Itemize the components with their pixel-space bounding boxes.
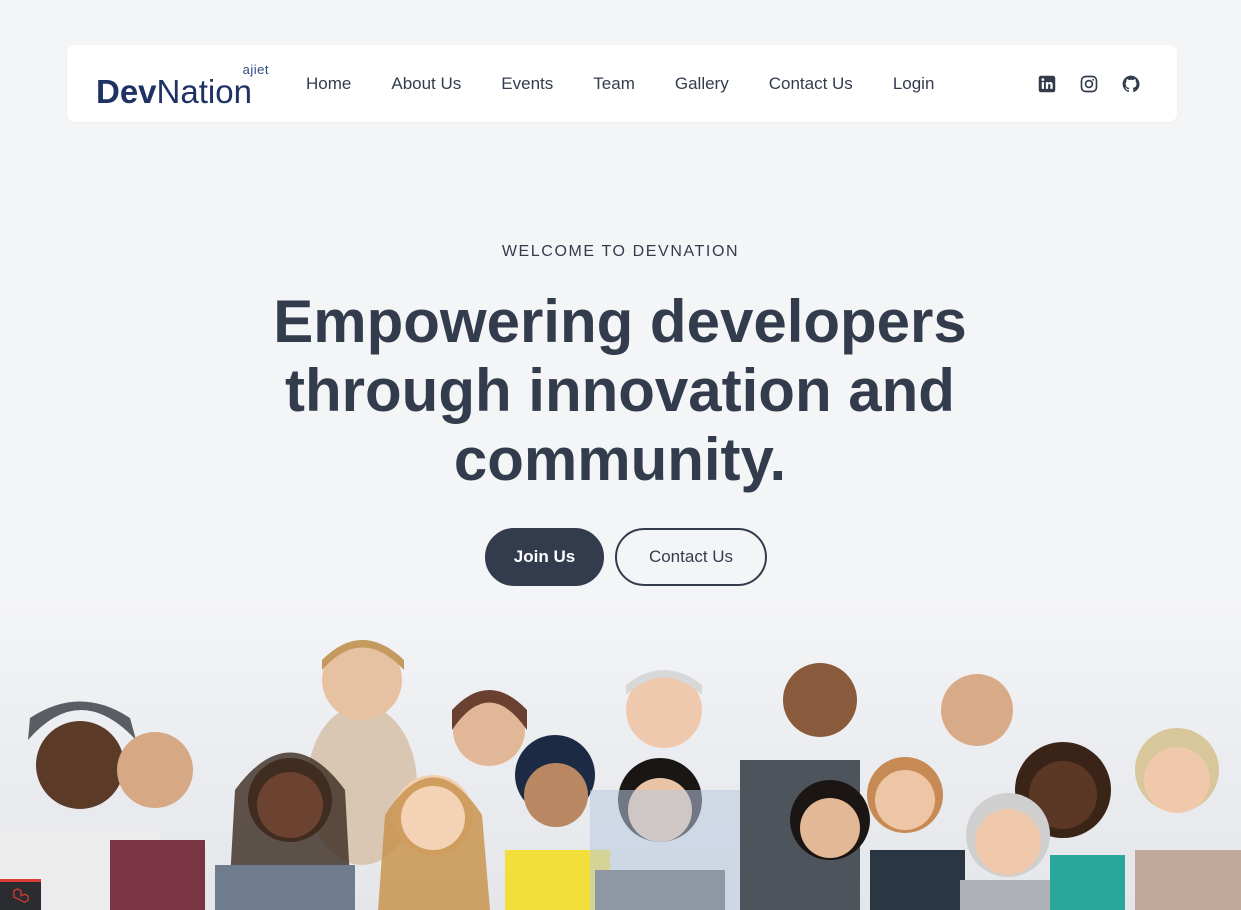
hero-eyebrow: WELCOME TO DEVNATION xyxy=(501,243,740,260)
join-us-button[interactable]: Join Us xyxy=(485,528,604,586)
hero-group-photo xyxy=(0,600,1241,910)
nav-contact-us[interactable]: Contact Us xyxy=(769,74,853,94)
brand-name: DevNation xyxy=(96,75,252,108)
page: ajiet DevNation Home About Us Events Tea… xyxy=(0,0,1241,910)
nav-gallery[interactable]: Gallery xyxy=(675,74,729,94)
nav-login[interactable]: Login xyxy=(893,74,935,94)
laravel-debugbar-icon[interactable] xyxy=(0,879,41,910)
instagram-icon[interactable] xyxy=(1078,73,1100,95)
navbar: ajiet DevNation Home About Us Events Tea… xyxy=(67,45,1177,122)
hero-actions: Join Us Contact Us xyxy=(0,528,1241,586)
nav-team[interactable]: Team xyxy=(593,74,635,94)
linkedin-icon[interactable] xyxy=(1036,73,1058,95)
brand-name-bold: Dev xyxy=(96,72,157,110)
github-icon[interactable] xyxy=(1120,73,1142,95)
nav-about-us[interactable]: About Us xyxy=(391,74,461,94)
nav-menu: Home About Us Events Team Gallery Contac… xyxy=(306,74,974,94)
social-links xyxy=(1036,73,1142,95)
nav-events[interactable]: Events xyxy=(501,74,553,94)
nav-home[interactable]: Home xyxy=(306,74,351,94)
hero-headline: Empowering developers through innovation… xyxy=(273,288,967,493)
brand-name-light: Nation xyxy=(156,72,252,110)
group-photo-illustration xyxy=(0,640,1241,910)
laravel-icon xyxy=(12,888,29,903)
brand-logo[interactable]: ajiet DevNation xyxy=(95,58,275,110)
contact-us-button[interactable]: Contact Us xyxy=(615,528,767,586)
